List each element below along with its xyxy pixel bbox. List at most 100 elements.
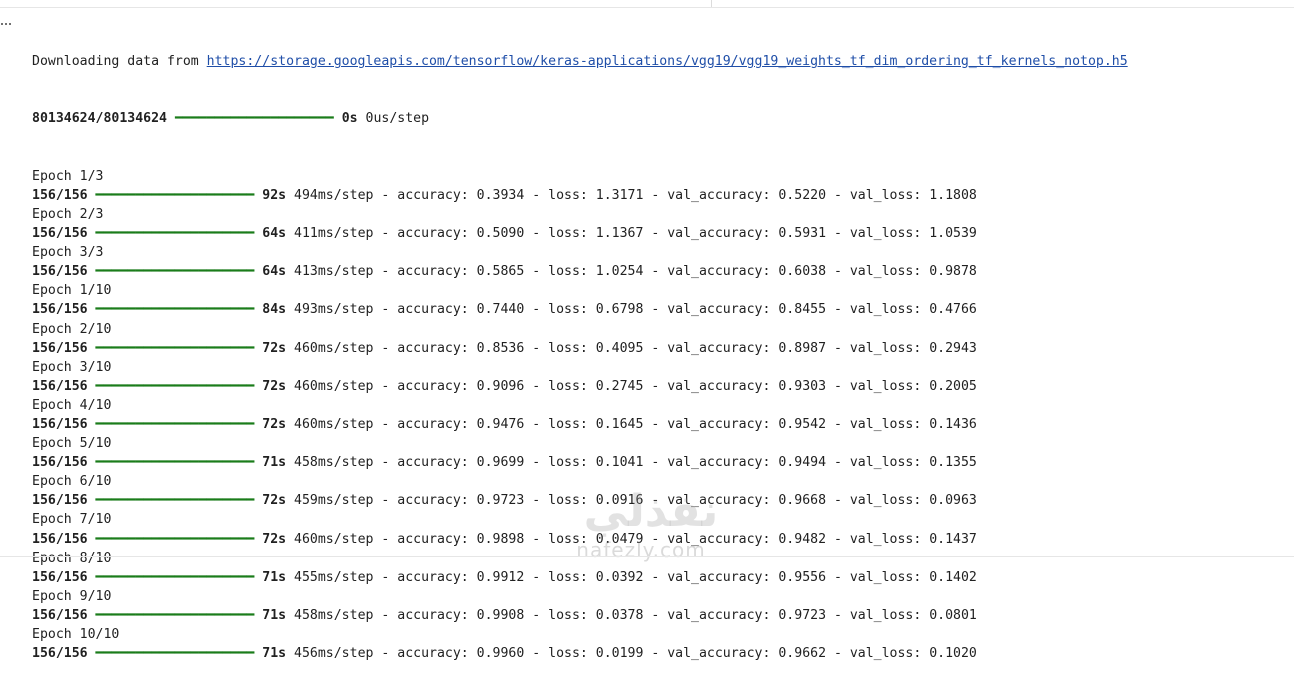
cell-output: Downloading data from https://storage.go… bbox=[32, 14, 1282, 682]
epoch-progress-bar: ━━━━━━━━━━━━━━━━━━━━ bbox=[95, 340, 255, 356]
epoch-time: 64s bbox=[262, 264, 287, 280]
epoch-steps: 156/156 bbox=[32, 302, 88, 318]
epoch-metrics: - accuracy: 0.5090 - loss: 1.1367 - val_… bbox=[373, 226, 977, 242]
epoch-step-time: 459ms/step bbox=[286, 493, 374, 509]
epoch-progress-bar: ━━━━━━━━━━━━━━━━━━━━ bbox=[95, 646, 255, 662]
epoch-progress-bar: ━━━━━━━━━━━━━━━━━━━━ bbox=[95, 226, 255, 242]
epoch-step-time: 494ms/step bbox=[286, 187, 374, 203]
epoch-progress-bar: ━━━━━━━━━━━━━━━━━━━━ bbox=[95, 302, 255, 318]
divider-tick bbox=[711, 0, 712, 7]
output-actions-menu-icon[interactable] bbox=[0, 14, 14, 32]
epoch-steps: 156/156 bbox=[32, 493, 88, 509]
epoch-header: Epoch 5/10 bbox=[32, 436, 112, 452]
epoch-progress-bar: ━━━━━━━━━━━━━━━━━━━━ bbox=[95, 607, 255, 623]
epoch-step-time: 460ms/step bbox=[286, 340, 374, 356]
epoch-steps: 156/156 bbox=[32, 531, 88, 547]
epoch-progress-bar: ━━━━━━━━━━━━━━━━━━━━ bbox=[95, 264, 255, 280]
epoch-metrics: - accuracy: 0.9908 - loss: 0.0378 - val_… bbox=[373, 607, 977, 623]
epoch-progress-line: 156/156 ━━━━━━━━━━━━━━━━━━━━ 71s 456ms/s… bbox=[32, 644, 1282, 663]
epoch-metrics: - accuracy: 0.9476 - loss: 0.1645 - val_… bbox=[373, 416, 977, 432]
epoch-metrics: - accuracy: 0.9960 - loss: 0.0199 - val_… bbox=[373, 646, 977, 662]
download-progress-count: 80134624/80134624 bbox=[32, 111, 167, 127]
epoch-progress-bar: ━━━━━━━━━━━━━━━━━━━━ bbox=[95, 531, 255, 547]
epoch-progress-line: 156/156 ━━━━━━━━━━━━━━━━━━━━ 72s 460ms/s… bbox=[32, 415, 1282, 434]
menu-dot bbox=[9, 23, 11, 25]
epoch-progress-line: 156/156 ━━━━━━━━━━━━━━━━━━━━ 64s 411ms/s… bbox=[32, 224, 1282, 243]
epoch-step-time: 460ms/step bbox=[286, 378, 374, 394]
epoch-metrics: - accuracy: 0.5865 - loss: 1.0254 - val_… bbox=[373, 264, 977, 280]
download-time: 0s bbox=[341, 111, 358, 127]
epoch-time: 71s bbox=[262, 607, 287, 623]
epoch-time: 71s bbox=[262, 455, 287, 471]
epoch-step-time: 455ms/step bbox=[286, 569, 374, 585]
epoch-progress-bar: ━━━━━━━━━━━━━━━━━━━━ bbox=[95, 416, 255, 432]
epoch-progress-bar: ━━━━━━━━━━━━━━━━━━━━ bbox=[95, 378, 255, 394]
epoch-metrics: - accuracy: 0.8536 - loss: 0.4095 - val_… bbox=[373, 340, 977, 356]
epoch-time: 72s bbox=[262, 531, 287, 547]
menu-dot bbox=[1, 23, 3, 25]
cell-top-divider bbox=[0, 0, 1294, 8]
epoch-progress-bar: ━━━━━━━━━━━━━━━━━━━━ bbox=[95, 455, 255, 471]
epoch-header: Epoch 1/10 bbox=[32, 283, 112, 299]
download-line: Downloading data from https://storage.go… bbox=[32, 52, 1282, 71]
epoch-steps: 156/156 bbox=[32, 378, 88, 394]
epoch-time: 92s bbox=[262, 187, 287, 203]
epoch-step-time: 460ms/step bbox=[286, 416, 374, 432]
download-progress-bar: ━━━━━━━━━━━━━━━━━━━━ bbox=[174, 111, 334, 127]
epoch-header: Epoch 9/10 bbox=[32, 588, 112, 604]
epoch-steps: 156/156 bbox=[32, 569, 88, 585]
epoch-progress-line: 156/156 ━━━━━━━━━━━━━━━━━━━━ 84s 493ms/s… bbox=[32, 300, 1282, 319]
epoch-header: Epoch 7/10 bbox=[32, 512, 112, 528]
download-url-link[interactable]: https://storage.googleapis.com/tensorflo… bbox=[207, 54, 1128, 69]
epoch-steps: 156/156 bbox=[32, 455, 88, 471]
epoch-progress-line: 156/156 ━━━━━━━━━━━━━━━━━━━━ 71s 458ms/s… bbox=[32, 453, 1282, 472]
epoch-time: 84s bbox=[262, 302, 287, 318]
epoch-progress-line: 156/156 ━━━━━━━━━━━━━━━━━━━━ 64s 413ms/s… bbox=[32, 262, 1282, 281]
epoch-steps: 156/156 bbox=[32, 340, 88, 356]
epoch-progress-line: 156/156 ━━━━━━━━━━━━━━━━━━━━ 71s 455ms/s… bbox=[32, 568, 1282, 587]
epoch-step-time: 458ms/step bbox=[286, 455, 374, 471]
epoch-step-time: 460ms/step bbox=[286, 531, 374, 547]
epoch-time: 71s bbox=[262, 569, 287, 585]
epoch-header: Epoch 3/3 bbox=[32, 245, 104, 261]
epoch-header: Epoch 10/10 bbox=[32, 627, 120, 642]
epoch-progress-line: 156/156 ━━━━━━━━━━━━━━━━━━━━ 92s 494ms/s… bbox=[32, 186, 1282, 205]
epoch-header: Epoch 1/3 bbox=[32, 168, 104, 184]
epoch-header: Epoch 6/10 bbox=[32, 474, 112, 490]
epoch-time: 72s bbox=[262, 378, 287, 394]
epoch-header: Epoch 3/10 bbox=[32, 359, 112, 375]
epoch-time: 72s bbox=[262, 340, 287, 356]
epoch-progress-bar: ━━━━━━━━━━━━━━━━━━━━ bbox=[95, 493, 255, 509]
epoch-header: Epoch 2/3 bbox=[32, 206, 104, 222]
epoch-metrics: - accuracy: 0.9096 - loss: 0.2745 - val_… bbox=[373, 378, 977, 394]
epoch-progress-line: 156/156 ━━━━━━━━━━━━━━━━━━━━ 72s 460ms/s… bbox=[32, 530, 1282, 549]
epoch-steps: 156/156 bbox=[32, 187, 88, 203]
epoch-time: 71s bbox=[262, 646, 287, 662]
epoch-time: 64s bbox=[262, 226, 287, 242]
download-step-time: 0us/step bbox=[357, 111, 430, 127]
epoch-step-time: 413ms/step bbox=[286, 264, 374, 280]
epoch-steps: 156/156 bbox=[32, 264, 88, 280]
epoch-time: 72s bbox=[262, 493, 287, 509]
epoch-time: 72s bbox=[262, 416, 287, 432]
epoch-header: Epoch 8/10 bbox=[32, 550, 112, 566]
epoch-log: Epoch 1/3 156/156 ━━━━━━━━━━━━━━━━━━━━ 92… bbox=[32, 167, 1282, 663]
epoch-metrics: - accuracy: 0.9723 - loss: 0.0916 - val_… bbox=[373, 493, 977, 509]
epoch-progress-line: 156/156 ━━━━━━━━━━━━━━━━━━━━ 72s 460ms/s… bbox=[32, 377, 1282, 396]
epoch-step-time: 458ms/step bbox=[286, 607, 374, 623]
epoch-progress-bar: ━━━━━━━━━━━━━━━━━━━━ bbox=[95, 187, 255, 203]
download-prefix: Downloading data from bbox=[32, 54, 207, 70]
epoch-metrics: - accuracy: 0.3934 - loss: 1.3171 - val_… bbox=[373, 187, 977, 203]
download-progress-line: 80134624/80134624 ━━━━━━━━━━━━━━━━━━━━ 0… bbox=[32, 109, 1282, 128]
epoch-metrics: - accuracy: 0.9898 - loss: 0.0479 - val_… bbox=[373, 531, 977, 547]
epoch-progress-line: 156/156 ━━━━━━━━━━━━━━━━━━━━ 71s 458ms/s… bbox=[32, 606, 1282, 625]
epoch-step-time: 411ms/step bbox=[286, 226, 374, 242]
epoch-steps: 156/156 bbox=[32, 416, 88, 432]
epoch-steps: 156/156 bbox=[32, 607, 88, 623]
epoch-progress-line: 156/156 ━━━━━━━━━━━━━━━━━━━━ 72s 459ms/s… bbox=[32, 491, 1282, 510]
epoch-header: Epoch 2/10 bbox=[32, 321, 112, 337]
cell-bottom-divider bbox=[0, 556, 1294, 557]
epoch-steps: 156/156 bbox=[32, 646, 88, 662]
menu-dot bbox=[5, 23, 7, 25]
epoch-metrics: - accuracy: 0.9912 - loss: 0.0392 - val_… bbox=[373, 569, 977, 585]
